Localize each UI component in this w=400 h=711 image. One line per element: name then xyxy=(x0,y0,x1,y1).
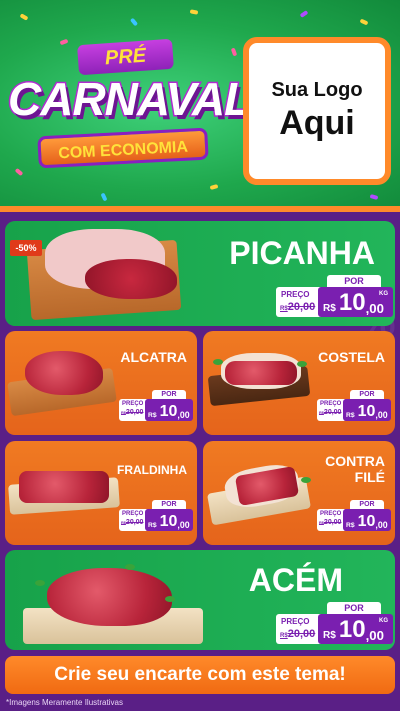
confetti xyxy=(189,9,199,15)
new-price: R$ 10,00 KG xyxy=(318,614,393,644)
old-price: R$20,00 xyxy=(280,628,316,640)
product-name: CONTRA FILÉ xyxy=(325,453,385,485)
new-price: R$ 10,00 xyxy=(343,509,391,531)
preco-label: PREÇO xyxy=(281,617,310,626)
preco-label: PREÇO xyxy=(122,511,144,517)
confetti xyxy=(19,13,29,21)
old-price: R$20,00 xyxy=(280,301,316,313)
carnaval-title: CARNAVAL xyxy=(7,72,254,127)
fraldinha-meat xyxy=(19,471,109,503)
por-label: POR xyxy=(350,390,384,399)
product-card-alcatra[interactable]: ALCATRA POR PREÇO R$20,00 R$ 10,00 xyxy=(5,331,197,435)
preco-label: PREÇO xyxy=(320,401,342,407)
create-flyer-button[interactable]: Crie seu encarte com este tema! xyxy=(5,656,395,694)
name-line2: FILÉ xyxy=(354,469,385,485)
por-label: POR xyxy=(327,275,381,287)
carnaval-logo: PRÉ CARNAVAL COM ECONOMIA xyxy=(7,32,254,187)
product-name: COSTELA xyxy=(318,349,385,365)
product-card-picanha[interactable]: PICANHA POR PREÇO R$20,00 R$ 10,00 KG xyxy=(5,221,395,326)
confetti xyxy=(369,194,379,200)
old-price: R$20,00 xyxy=(121,409,144,416)
confetti xyxy=(299,10,309,18)
product-card-acem[interactable]: ACÉM POR PREÇO R$20,00 R$ 10,00 KG xyxy=(5,550,395,650)
herb xyxy=(35,580,45,586)
por-label: POR xyxy=(152,390,186,399)
por-label: POR xyxy=(152,500,186,509)
confetti xyxy=(129,17,139,27)
herb xyxy=(297,361,307,367)
preco-label: PREÇO xyxy=(320,511,342,517)
herb xyxy=(125,564,135,570)
footnote: *Imagens Meramente Ilustrativas xyxy=(6,698,123,707)
por-label: POR xyxy=(350,500,384,509)
preco-label: PREÇO xyxy=(122,401,144,407)
old-price: R$20,00 xyxy=(121,519,144,526)
product-name: ACÉM xyxy=(248,562,343,598)
logo-placeholder[interactable]: Sua Logo Aqui xyxy=(243,37,391,185)
new-price: R$ 10,00 xyxy=(145,399,193,421)
product-card-fraldinha[interactable]: FRALDINHA POR PREÇO R$20,00 R$ 10,00 xyxy=(5,441,197,545)
old-price: R$20,00 xyxy=(319,519,342,526)
header-stripe xyxy=(0,206,400,212)
pre-badge: PRÉ xyxy=(77,38,174,76)
confetti xyxy=(359,18,369,26)
new-price: R$ 10,00 KG xyxy=(318,287,393,317)
product-name: FRALDINHA xyxy=(117,463,187,477)
costela-meat xyxy=(225,361,297,385)
old-price-box: PREÇO R$20,00 xyxy=(276,614,324,644)
preco-label: PREÇO xyxy=(281,290,310,299)
product-name: PICANHA xyxy=(229,235,375,271)
picanha-meat xyxy=(85,259,177,299)
acem-meat xyxy=(47,568,172,626)
discount-badge: -50% xyxy=(10,240,42,256)
por-label: POR xyxy=(327,602,381,614)
new-price: R$ 10,00 xyxy=(343,399,391,421)
herb xyxy=(213,359,223,365)
product-name: ALCATRA xyxy=(120,349,187,365)
logo-line2: Aqui xyxy=(279,104,355,142)
logo-line1: Sua Logo xyxy=(271,79,363,101)
old-price: R$20,00 xyxy=(319,409,342,416)
old-price-box: PREÇO R$20,00 xyxy=(276,287,324,317)
economia-subtitle: COM ECONOMIA xyxy=(37,127,209,169)
name-line1: CONTRA xyxy=(325,453,385,469)
confetti xyxy=(100,192,108,202)
herb xyxy=(301,477,311,483)
new-price: R$ 10,00 xyxy=(145,509,193,531)
product-card-costela[interactable]: COSTELA POR PREÇO R$20,00 R$ 10,00 xyxy=(203,331,395,435)
herb xyxy=(165,596,175,602)
header-banner: PRÉ CARNAVAL COM ECONOMIA Sua Logo Aqui xyxy=(0,0,400,212)
product-card-contra-file[interactable]: CONTRA FILÉ POR PREÇO R$20,00 R$ 10,00 xyxy=(203,441,395,545)
alcatra-meat xyxy=(25,351,103,395)
